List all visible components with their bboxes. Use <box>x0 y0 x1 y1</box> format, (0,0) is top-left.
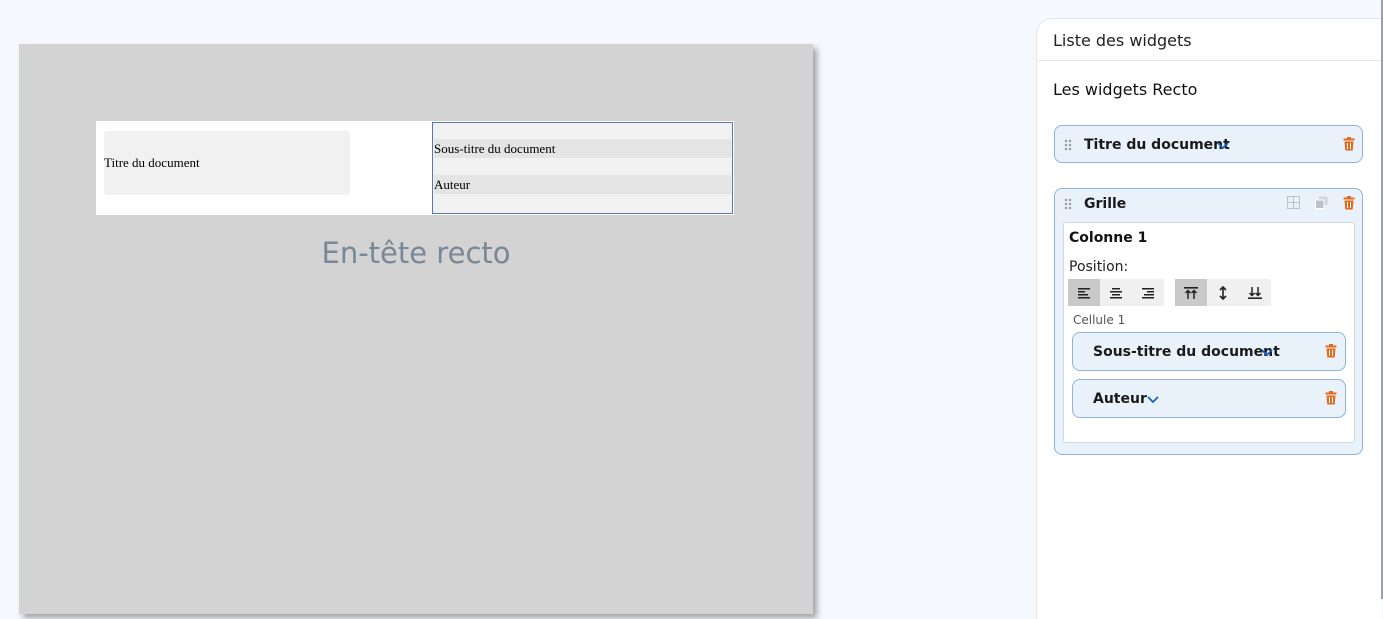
preview-grid-cell[interactable]: Sous-titre du document Auteur <box>432 122 733 214</box>
panel-divider <box>1037 60 1382 61</box>
widget-author-label: Auteur <box>1093 391 1147 407</box>
position-label: Position: <box>1069 259 1129 275</box>
column-title: Colonne 1 <box>1069 230 1148 246</box>
preview-title-text: Titre du document <box>104 155 200 170</box>
align-top-icon <box>1184 286 1198 299</box>
widget-title[interactable]: Titre du document <box>1054 125 1363 163</box>
widget-subtitle-label: Sous-titre du document <box>1093 344 1280 360</box>
align-right-button[interactable] <box>1132 279 1164 306</box>
align-bottom-button[interactable] <box>1239 279 1271 306</box>
drag-handle-icon[interactable] <box>1064 198 1072 210</box>
page-region-caption: En-tête recto <box>321 236 511 270</box>
trash-icon[interactable] <box>1325 344 1337 358</box>
preview-subtitle-text: Sous-titre du document <box>434 140 556 156</box>
align-center-button[interactable] <box>1100 279 1132 306</box>
widget-list-panel: Liste des widgets Les widgets Recto Titr… <box>1036 18 1382 619</box>
preview-title-cell[interactable]: Titre du document <box>104 131 350 195</box>
chevron-down-icon[interactable] <box>1146 395 1160 405</box>
preview-author-line[interactable]: Auteur <box>434 175 731 194</box>
vertical-align-group <box>1175 279 1271 306</box>
header-preview[interactable]: Titre du document Sous-titre du document… <box>96 121 734 215</box>
widget-author[interactable]: Auteur <box>1072 379 1346 418</box>
panel-title: Liste des widgets <box>1053 31 1192 50</box>
align-right-icon <box>1142 287 1154 298</box>
chevron-down-icon[interactable] <box>1260 348 1274 358</box>
trash-icon[interactable] <box>1325 391 1337 405</box>
align-bottom-icon <box>1248 286 1262 299</box>
drag-handle-icon[interactable] <box>1064 139 1072 151</box>
duplicate-icon[interactable] <box>1315 196 1328 209</box>
widget-grid[interactable]: Grille Colonne 1 Position: Cellule 1 Sou… <box>1054 188 1363 455</box>
section-title: Les widgets Recto <box>1053 80 1198 99</box>
widget-subtitle[interactable]: Sous-titre du document <box>1072 332 1346 371</box>
horizontal-align-group <box>1068 279 1164 306</box>
align-center-icon <box>1110 287 1122 298</box>
grid-column-panel: Colonne 1 Position: Cellule 1 Sous-titre… <box>1063 222 1355 443</box>
align-left-button[interactable] <box>1068 279 1100 306</box>
align-middle-button[interactable] <box>1207 279 1239 306</box>
align-top-button[interactable] <box>1175 279 1207 306</box>
widget-title-label: Titre du document <box>1084 137 1230 153</box>
align-left-icon <box>1078 287 1090 298</box>
preview-author-text: Auteur <box>434 176 471 192</box>
chevron-down-icon[interactable] <box>1216 141 1230 151</box>
table-grid-icon[interactable] <box>1287 196 1300 209</box>
trash-icon[interactable] <box>1343 137 1355 151</box>
trash-icon[interactable] <box>1343 196 1355 210</box>
preview-subtitle-line[interactable]: Sous-titre du document <box>434 139 731 158</box>
widget-grid-label: Grille <box>1084 196 1127 212</box>
cell-label: Cellule 1 <box>1073 313 1126 327</box>
align-middle-icon <box>1219 285 1227 300</box>
page-preview: Titre du document Sous-titre du document… <box>19 44 813 614</box>
